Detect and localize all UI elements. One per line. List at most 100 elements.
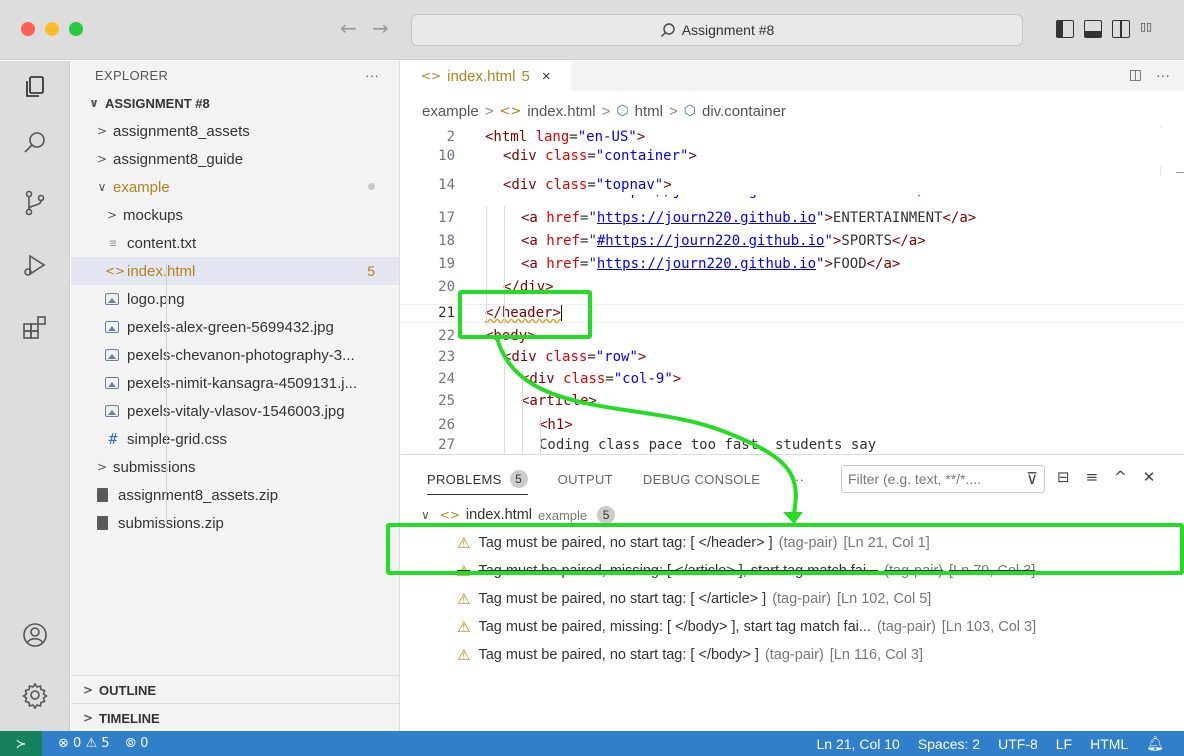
settings-gear-icon[interactable] (21, 681, 49, 710)
chevron-down-icon: ∨ (89, 96, 99, 110)
tab-debug-console-label: DEBUG CONSOLE (642, 471, 761, 487)
maximize-panel-icon[interactable]: ^ (1114, 468, 1127, 486)
tree-item-submissions-zip[interactable]: submissions.zip (71, 509, 399, 537)
code-text: <a href="https://journ220.github.io">FOO… (521, 256, 901, 272)
code-line[interactable]: 25 <article> (401, 392, 1184, 411)
tree-item-pexels-vitaly-vlasov-1546003-jpg[interactable]: pexels-vitaly-vlasov-1546003.jpg (71, 397, 399, 425)
back-arrow-icon[interactable]: ← (340, 16, 357, 40)
tree-item-logo-png[interactable]: logo.png (71, 285, 399, 313)
code-line[interactable]: 17 <a href="https://journ220.github.io">E… (401, 209, 1184, 228)
problems-filter-input[interactable]: Filter (e.g. text, **/*.... ⊽ (841, 465, 1045, 493)
code-line[interactable]: 19 <a href="https://journ220.github.io">F… (401, 255, 1184, 274)
tree-item-label: assignment8_guide (113, 150, 244, 168)
problem-location: [Ln 79, Col 3] (949, 563, 1036, 579)
toggle-primary-sidebar-icon[interactable] (1056, 20, 1074, 38)
explorer-files-icon[interactable] (21, 73, 49, 101)
ports-status[interactable]: ⦾ 0 (126, 736, 149, 751)
error-icon: ⊗ (58, 736, 69, 751)
tree-item-assignment8-assets[interactable]: > assignment8_assets (71, 117, 399, 145)
remote-indicator[interactable]: ≻ (0, 731, 42, 756)
forward-arrow-icon[interactable]: → (372, 16, 389, 40)
problems-file-group[interactable]: ∨ <> index.html example 5 (401, 501, 1184, 529)
code-line[interactable]: 24 <div class="col-9"> (401, 370, 1184, 389)
view-as-list-icon[interactable]: ≡ (1086, 468, 1099, 486)
encoding[interactable]: UTF-8 (998, 736, 1038, 752)
breadcrumb-symbol-html[interactable]: html (635, 103, 663, 120)
toggle-panel-icon[interactable] (1084, 20, 1102, 38)
search-icon[interactable] (21, 129, 49, 157)
tree-item-example[interactable]: ∨ example (71, 173, 399, 201)
line-number: 21 (438, 305, 455, 321)
problem-item[interactable]: ⚠ Tag must be paired, no start tag: [ </h… (401, 529, 1184, 557)
code-line[interactable]: 20 </div> (401, 278, 1184, 297)
code-line[interactable]: 22 <body> (401, 327, 1184, 346)
tree-item-mockups[interactable]: > mockups (71, 201, 399, 229)
notifications-bell-icon[interactable]: 🔔︎ (1146, 736, 1164, 752)
close-window-button[interactable] (21, 22, 35, 36)
sticky-scroll-line[interactable]: 14 <div class="topnav"> (401, 176, 1184, 195)
code-text: Coding class pace too fast, students say (539, 437, 877, 453)
tree-item-assignment8-assets-zip[interactable]: assignment8_assets.zip (71, 481, 399, 509)
explorer-more-actions[interactable]: ··· (365, 68, 379, 83)
language-mode[interactable]: HTML (1090, 736, 1128, 752)
run-and-debug-icon[interactable] (21, 251, 49, 279)
command-center-label: Assignment #8 (681, 22, 775, 38)
status-bar: ≻ ⊗ 0 ⚠ 5 ⦾ 0 Ln 21, Col 10 Spaces: 2 UT… (0, 731, 1184, 756)
tree-item-assignment8-guide[interactable]: > assignment8_guide (71, 145, 399, 173)
close-tab-icon[interactable]: × (542, 68, 551, 85)
editor-tab-bar: <> index.html 5 × ◫ ··· (401, 61, 1184, 91)
breadcrumb-folder[interactable]: example (422, 103, 479, 120)
problems-file-folder: example (538, 507, 588, 523)
collapse-all-icon[interactable]: ⊟ (1057, 468, 1070, 486)
source-control-icon[interactable] (21, 189, 49, 217)
sticky-scroll-line[interactable]: 10 <div class="container"> (401, 147, 1184, 166)
split-editor-icon[interactable]: ◫ (1129, 67, 1142, 83)
code-text: <article> (521, 393, 597, 409)
cursor-position[interactable]: Ln 21, Col 10 (817, 736, 900, 752)
indentation[interactable]: Spaces: 2 (918, 736, 980, 752)
tree-item-simple-grid-css[interactable]: # simple-grid.css (71, 425, 399, 453)
problem-item[interactable]: ⚠ Tag must be paired, missing: [ </body> … (401, 613, 1184, 641)
workspace-root[interactable]: ∨ ASSIGNMENT #8 (71, 89, 399, 117)
sticky-scroll-line[interactable]: 2 <html lang="en-US"> (401, 128, 1184, 147)
tab-debug-console[interactable]: DEBUG CONSOLE (643, 455, 760, 503)
zoom-window-button[interactable] (69, 22, 83, 36)
code-line[interactable]: 21 </header> (401, 304, 1184, 323)
toggle-secondary-sidebar-icon[interactable] (1112, 20, 1130, 38)
code-text: <div class="topnav"> (503, 177, 672, 193)
zip-file-icon (97, 516, 108, 530)
tab-output[interactable]: OUTPUT (558, 455, 613, 503)
code-line[interactable]: 26 <h1> (401, 416, 1184, 435)
end-of-line[interactable]: LF (1056, 736, 1072, 752)
filter-icon[interactable]: ⊽ (1026, 469, 1038, 488)
tree-item-index-html[interactable]: <> index.html 5 (71, 257, 399, 285)
code-line[interactable]: 23 <div class="row"> (401, 348, 1184, 367)
tree-item-pexels-chevanon-photography-3[interactable]: pexels-chevanon-photography-3... (71, 341, 399, 369)
tree-item-pexels-nimit-kansagra-4509131-j[interactable]: pexels-nimit-kansagra-4509131.j... (71, 369, 399, 397)
breadcrumb-symbol-div[interactable]: div.container (702, 103, 786, 120)
outline-section[interactable]: > OUTLINE (71, 676, 400, 704)
code-line[interactable]: 18 <a href="#https://journ220.github.io">… (401, 232, 1184, 251)
problem-rule: (tag-pair) (884, 563, 944, 579)
tree-item-submissions[interactable]: > submissions (71, 453, 399, 481)
tab-index-html[interactable]: <> index.html 5 × (401, 61, 571, 91)
extensions-icon[interactable] (21, 313, 49, 341)
minimize-window-button[interactable] (45, 22, 59, 36)
tree-item-pexels-alex-green-5699432-jpg[interactable]: pexels-alex-green-5699432.jpg (71, 313, 399, 341)
tab-problems[interactable]: PROBLEMS 5 (427, 455, 528, 503)
command-center-search[interactable]: Assignment #8 (411, 14, 1023, 46)
problem-item[interactable]: ⚠ Tag must be paired, no start tag: [ </a… (401, 585, 1184, 613)
timeline-section[interactable]: > TIMELINE (71, 704, 400, 732)
customize-layout-icon[interactable] (1140, 20, 1158, 38)
code-editor[interactable]: 2 <html lang="en-US"> 10 <div class="contai… (401, 124, 1184, 454)
tree-item-content-txt[interactable]: ≡ content.txt (71, 229, 399, 257)
code-line[interactable]: 27 Coding class pace too fast, students s… (401, 436, 1184, 454)
problems-status[interactable]: ⊗ 0 ⚠ 5 (58, 736, 110, 751)
close-panel-icon[interactable]: ✕ (1143, 468, 1156, 486)
panel-tabs-more[interactable]: ··· (790, 455, 804, 503)
problem-item[interactable]: ⚠ Tag must be paired, no start tag: [ </b… (401, 641, 1184, 669)
editor-more-actions-icon[interactable]: ··· (1156, 67, 1170, 83)
breadcrumb-file[interactable]: index.html (527, 103, 595, 120)
problem-item[interactable]: ⚠ Tag must be paired, missing: [ </articl… (401, 557, 1184, 585)
accounts-icon[interactable] (21, 621, 49, 649)
